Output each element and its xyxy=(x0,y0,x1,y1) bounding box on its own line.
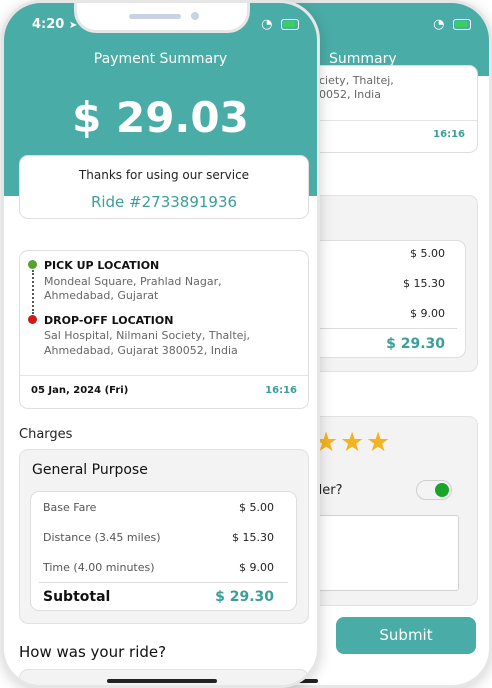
star-icon[interactable]: ★ xyxy=(340,429,364,456)
time-label: Time (4.00 minutes) xyxy=(43,561,155,574)
front-status-icons: ◔ xyxy=(261,17,299,32)
route-line xyxy=(32,270,34,314)
pickup-label: PICK UP LOCATION xyxy=(44,259,160,272)
battery-icon xyxy=(281,19,299,30)
rating-question: How was your ride? xyxy=(19,643,167,661)
subtotal-value: $ 29.30 xyxy=(215,589,274,605)
divider xyxy=(39,582,288,583)
home-indicator xyxy=(107,679,217,683)
subtotal-label: Subtotal xyxy=(43,589,111,605)
page-title: Payment Summary xyxy=(93,51,228,67)
pickup-dot-icon xyxy=(28,260,37,269)
back-address-line1: ciety, Thaltej, xyxy=(319,74,394,87)
charges-table: Base Fare $ 5.00 Distance (3.45 miles) $… xyxy=(30,491,297,611)
trip-time: 16:16 xyxy=(265,385,297,396)
distance-label: Distance (3.45 miles) xyxy=(43,531,161,544)
star-icon[interactable]: ★ xyxy=(366,429,390,456)
charges-heading: Charges xyxy=(19,427,73,442)
pickup-address-line1: Mondeal Square, Prahlad Nagar, xyxy=(44,275,222,288)
back-distance-value: $ 15.30 xyxy=(403,277,445,290)
time-value: $ 9.00 xyxy=(239,561,274,574)
dropoff-dot-icon xyxy=(28,315,37,324)
back-time-value: $ 9.00 xyxy=(410,307,445,320)
wifi-icon: ◔ xyxy=(261,17,273,32)
base-fare-label: Base Fare xyxy=(43,501,97,514)
divider xyxy=(20,375,308,376)
front-phone-screen: 4:20 ➤ ◔ Payment Summary $ 29.03 Thanks … xyxy=(1,0,320,688)
status-time: 4:20 ➤ xyxy=(32,17,77,32)
dropoff-address-line2: Ahmedabad, Gujarat 380052, India xyxy=(44,344,238,357)
trip-date: 05 Jan, 2024 (Fri) xyxy=(31,385,129,396)
back-status-icons: ◔ xyxy=(433,17,471,32)
back-trip-time: 16:16 xyxy=(433,129,465,140)
front-notch xyxy=(74,3,250,33)
back-address-line2: 0052, India xyxy=(319,88,381,101)
toggle-switch[interactable] xyxy=(416,480,452,500)
pickup-address-line2: Ahmedabad, Gujarat xyxy=(44,289,159,302)
submit-button[interactable]: Submit xyxy=(336,617,476,654)
charge-category: General Purpose xyxy=(32,462,148,478)
toggle-knob xyxy=(435,483,449,497)
location-arrow-icon: ➤ xyxy=(68,20,78,31)
battery-icon xyxy=(453,19,471,30)
dropoff-label: DROP-OFF LOCATION xyxy=(44,314,174,327)
base-fare-value: $ 5.00 xyxy=(239,501,274,514)
ride-id: Ride #2733891936 xyxy=(90,193,238,211)
total-amount: $ 29.03 xyxy=(72,93,249,142)
thanks-message: Thanks for using our service xyxy=(78,168,250,182)
wifi-icon: ◔ xyxy=(433,17,445,32)
dropoff-address-line1: Sal Hospital, Nilmani Society, Thaltej, xyxy=(44,329,250,342)
back-subtotal-value: $ 29.30 xyxy=(386,336,445,352)
clock-text: 4:20 xyxy=(32,17,65,32)
distance-value: $ 15.30 xyxy=(232,531,274,544)
back-base-fare-value: $ 5.00 xyxy=(410,247,445,260)
trip-card: PICK UP LOCATION Mondeal Square, Prahlad… xyxy=(19,250,309,409)
charges-card: General Purpose Base Fare $ 5.00 Distanc… xyxy=(19,449,309,624)
thanks-card: Thanks for using our service Ride #27338… xyxy=(19,155,309,219)
